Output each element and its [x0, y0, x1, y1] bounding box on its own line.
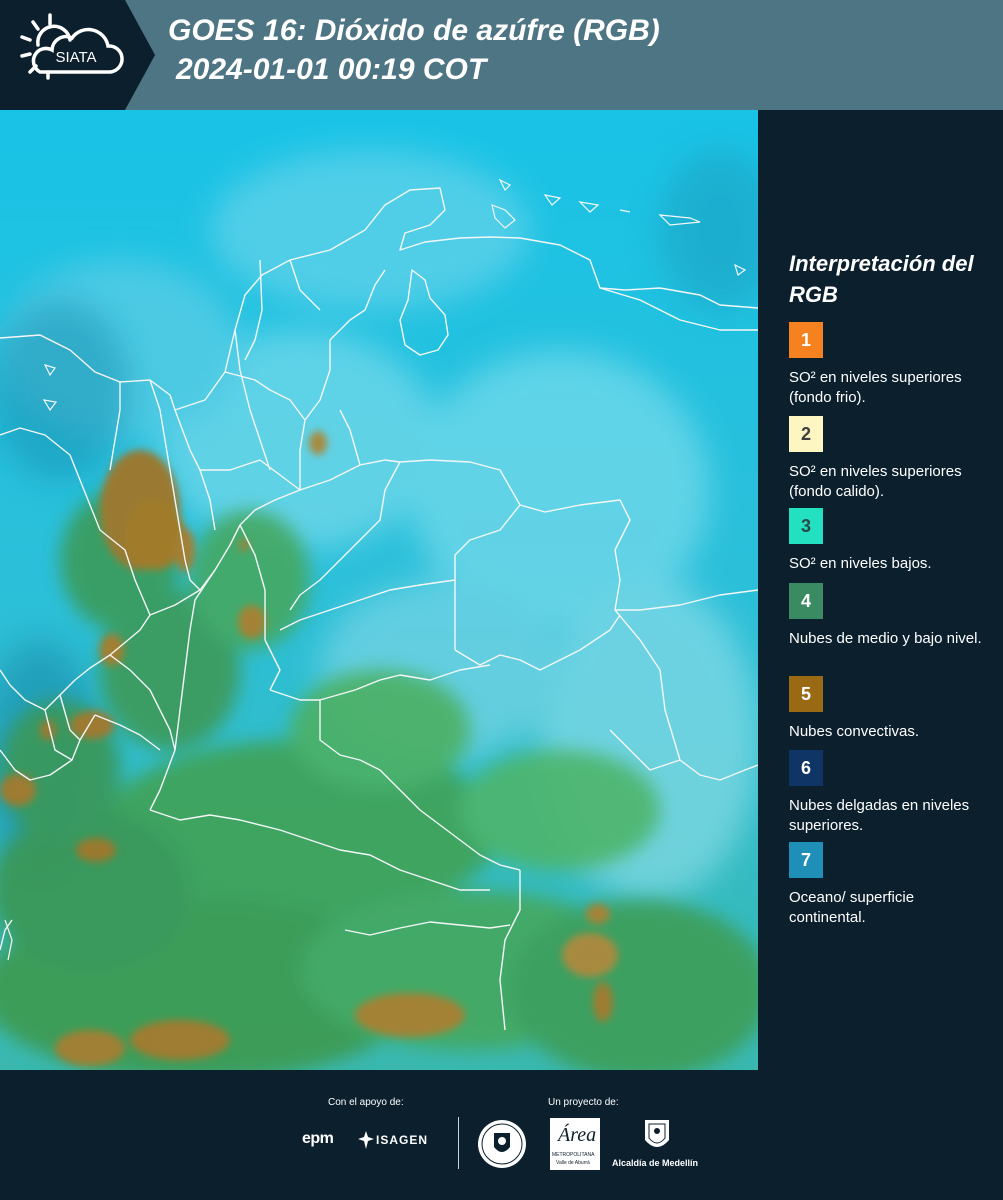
satellite-map — [0, 110, 758, 1070]
legend-number-5: 5 — [800, 683, 811, 704]
legend-swatch-5: 5 — [789, 676, 823, 712]
legend-swatch-6: 6 — [789, 750, 823, 786]
alcaldia-shield-icon — [643, 1118, 671, 1154]
legend-swatch-4: 4 — [789, 583, 823, 619]
legend-item-4: 4 Nubes de medio y bajo nivel. — [789, 583, 989, 649]
project-label: Un proyecto de: — [548, 1097, 619, 1108]
legend-item-7: 7 Oceano/ superficie continental. — [789, 842, 989, 928]
area-metropolitana-logo: Área METROPOLITANA Valle de Aburrá — [550, 1118, 600, 1170]
header-bar: SIATA GOES 16: Dióxido de azúfre (RGB) 2… — [0, 0, 1003, 110]
page-timestamp: 2024-01-01 00:19 COT — [176, 53, 487, 86]
legend-label-1: SO² en niveles superiores (fondo frio). — [789, 369, 962, 406]
epm-logo: epm — [302, 1130, 334, 1147]
legend-number-2: 2 — [800, 423, 811, 444]
legend-swatch-2: 2 — [789, 416, 823, 452]
footer: Con el apoyo de: Un proyecto de: epm ISA… — [0, 1070, 1003, 1200]
legend-swatch-3: 3 — [789, 508, 823, 544]
support-label: Con el apoyo de: — [328, 1097, 404, 1108]
legend-number-4: 4 — [800, 590, 811, 611]
legend-panel: Interpretación del RGB 1 SO² en niveles … — [758, 110, 1003, 1070]
legend-item-5: 5 Nubes convectivas. — [789, 676, 989, 742]
legend-swatch-7: 7 — [789, 842, 823, 878]
isagen-logo: ISAGEN — [376, 1133, 429, 1147]
isagen-icon — [358, 1131, 374, 1149]
legend-label-5: Nubes convectivas. — [789, 723, 920, 740]
area-logo-title: Área — [558, 1124, 597, 1146]
area-logo-sub1: METROPOLITANA — [552, 1152, 595, 1158]
legend-item-6: 6 Nubes delgadas en niveles superiores. — [789, 750, 989, 836]
legend-number-3: 3 — [800, 515, 811, 536]
legend-label-6: Nubes delgadas en niveles superiores. — [789, 797, 970, 834]
svg-text:SIATA: SIATA — [55, 49, 96, 66]
siata-logo: SIATA — [0, 0, 155, 110]
legend-number-1: 1 — [800, 329, 811, 350]
alcaldia-label: Alcaldía de Medellín — [612, 1158, 699, 1168]
legend-number-6: 6 — [800, 757, 811, 778]
legend-title: Interpretación del RGB — [789, 251, 974, 307]
footer-divider — [458, 1117, 459, 1169]
legend-item-1: 1 SO² en niveles superiores (fondo frio)… — [789, 322, 989, 408]
legend-number-7: 7 — [800, 849, 811, 870]
page-title: GOES 16: Dióxido de azúfre (RGB) — [168, 14, 660, 47]
legend-label-7: Oceano/ superficie continental. — [789, 889, 915, 926]
medellin-seal-icon — [477, 1119, 527, 1169]
legend-swatch-1: 1 — [789, 322, 823, 358]
legend-item-2: 2 SO² en niveles superiores (fondo calid… — [789, 416, 989, 502]
area-logo-sub2: Valle de Aburrá — [556, 1160, 590, 1166]
legend-label-2: SO² en niveles superiores (fondo calido)… — [789, 463, 962, 500]
legend-label-3: SO² en niveles bajos. — [789, 555, 932, 572]
legend-label-4: Nubes de medio y bajo nivel. — [789, 630, 982, 647]
legend-item-3: 3 SO² en niveles bajos. — [789, 508, 989, 574]
